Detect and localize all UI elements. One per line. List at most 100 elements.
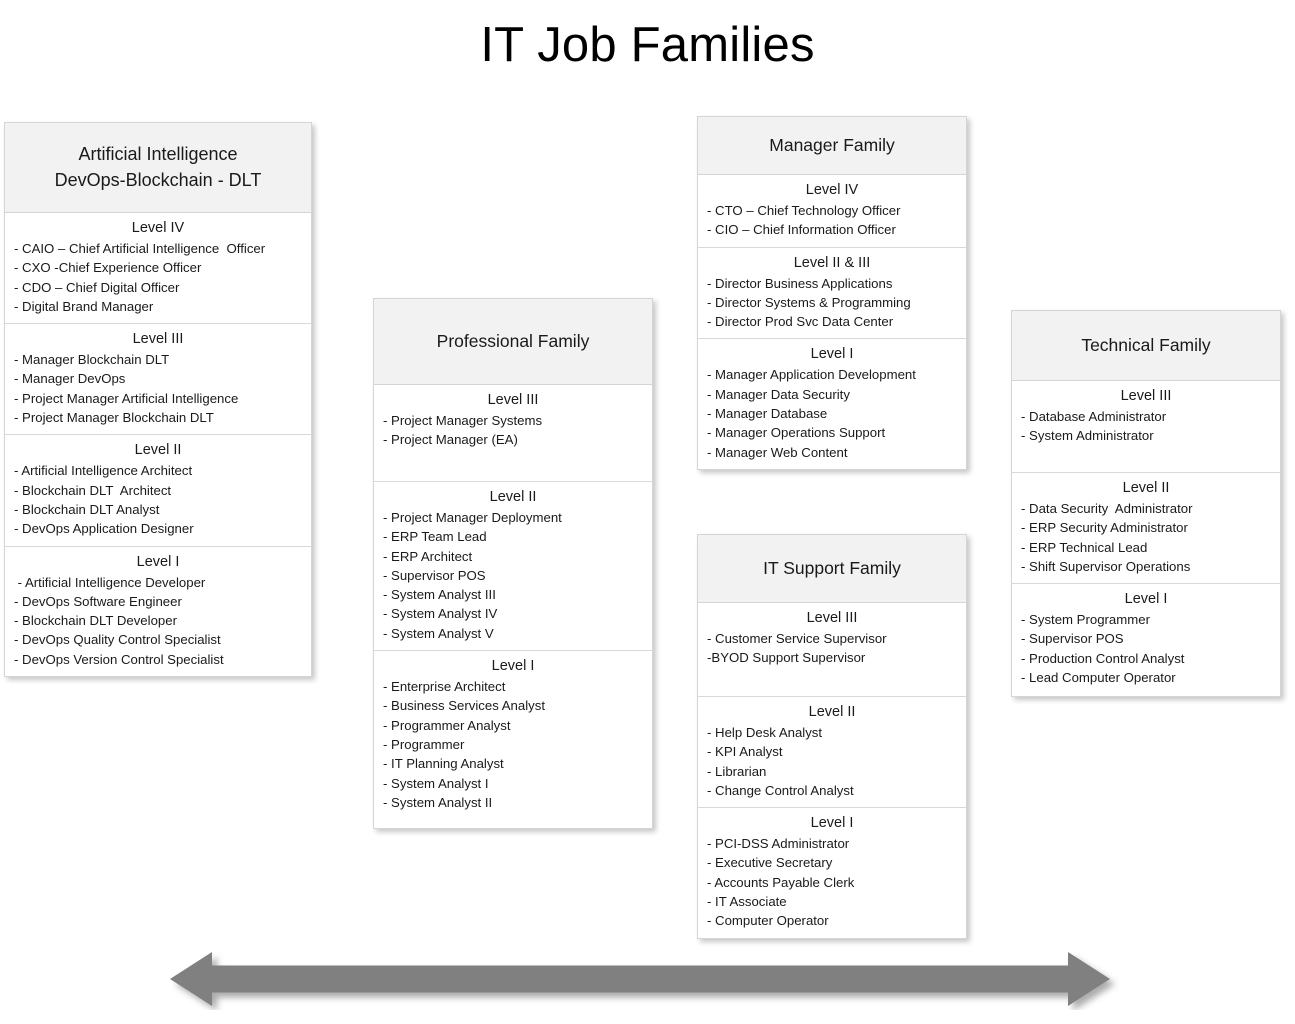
list-item: - Programmer Analyst [383, 717, 511, 733]
list-item: - CDO – Chief Digital Officer [14, 279, 180, 295]
list-item: - IT Associate [707, 894, 787, 910]
level-item-list: - System Programmer - Supervisor POS - P… [1012, 610, 1280, 687]
level-title: Level II [1122, 480, 1170, 496]
level-block-technical-2: Level II - Data Security Administrator -… [1012, 473, 1280, 585]
level-item-list: - Manager Blockchain DLT - Manager DevOp… [5, 350, 311, 427]
level-title: Level IV [805, 182, 859, 198]
level-title: Level III [806, 610, 858, 626]
list-item: - Blockchain DLT Architect [14, 482, 172, 498]
list-item: - Data Security Administrator [1021, 501, 1193, 516]
list-item: - IT Planning Analyst [383, 756, 504, 772]
level-block-technical-3: Level III - Database Administrator - Sys… [1012, 381, 1280, 473]
level-item-list: - Help Desk Analyst - KPI Analyst - Libr… [698, 723, 966, 800]
level-item-list: - Enterprise Architect - Business Servic… [374, 677, 652, 812]
level-block-professional-1: Level I - Enterprise Architect - Busines… [374, 651, 652, 828]
level-title: Level II [489, 489, 537, 505]
level-title: Level I [810, 815, 854, 832]
list-item: - DevOps Application Designer [14, 521, 194, 537]
list-item: - Database Administrator [1021, 409, 1167, 424]
list-item: - Accounts Payable Clerk [707, 874, 855, 890]
family-header-professional: Professional Family [374, 299, 652, 385]
list-item: - Director Business Applications [707, 275, 893, 291]
list-item: - Blockchain DLT Developer [14, 613, 177, 629]
list-item: - System Analyst I [383, 775, 489, 791]
list-item: - DevOps Quality Control Specialist [14, 632, 221, 648]
list-item: - DevOps Version Control Specialist [14, 651, 224, 667]
level-block-ai-4: Level IV - CAIO – Chief Artificial Intel… [5, 213, 311, 325]
level-item-list: - Project Manager Deployment - ERP Team … [374, 508, 652, 643]
list-item: - Manager Database [707, 406, 828, 422]
list-item: - Production Control Analyst [1021, 650, 1185, 666]
list-item: - Help Desk Analyst [707, 725, 823, 740]
list-item: - CAIO – Chief Artificial Intelligence O… [14, 241, 266, 256]
level-item-list: - Artificial Intelligence Developer - De… [5, 573, 311, 669]
family-card-ai: Artificial Intelligence DevOps-Blockchain… [4, 122, 312, 678]
list-item: - System Programmer [1021, 612, 1150, 628]
list-item: - ERP Architect [383, 548, 473, 564]
list-item: - Project Manager Blockchain DLT [14, 410, 214, 426]
list-item: - CXO -Chief Experience Officer [14, 260, 202, 276]
list-item: - ERP Technical Lead [1021, 539, 1148, 555]
list-item: - Executive Secretary [707, 855, 833, 871]
level-item-list: - Customer Service Supervisor -BYOD Supp… [698, 629, 966, 668]
level-title: Level III [1120, 388, 1172, 404]
list-item: - Manager Blockchain DLT [14, 352, 170, 368]
family-header-manager: Manager Family [698, 117, 966, 175]
list-item: - ERP Team Lead [383, 529, 487, 545]
list-item: - System Analyst V [383, 625, 494, 641]
list-item: - Project Manager Deployment [383, 510, 562, 525]
level-title: Level III [132, 331, 184, 348]
list-item: - Supervisor POS [1021, 631, 1124, 647]
family-card-professional: Professional Family Level III - Project … [373, 298, 653, 830]
list-item: - System Administrator [1021, 428, 1154, 444]
list-item: - Manager DevOps [14, 371, 126, 387]
page-title: IT Job Families [480, 18, 815, 72]
level-item-list: - CTO – Chief Technology Officer - CIO –… [698, 201, 966, 240]
list-item: - Project Manager Systems [383, 413, 543, 428]
level-block-manager-4: Level IV - CTO – Chief Technology Office… [698, 175, 966, 248]
level-item-list: - Director Business Applications - Direc… [698, 274, 966, 332]
list-item: - Programmer [383, 736, 465, 752]
list-item: - Artificial Intelligence Architect [14, 463, 193, 479]
list-item: - Manager Data Security [707, 386, 850, 402]
level-block-itsupport-3: Level III - Customer Service Supervisor … [698, 603, 966, 697]
level-title: Level IV [131, 220, 185, 236]
level-title: Level II [134, 442, 182, 459]
list-item: - System Analyst IV [383, 606, 498, 622]
level-item-list: - Artificial Intelligence Architect - Bl… [5, 461, 311, 538]
list-item: - Project Manager Artificial Intelligenc… [14, 390, 239, 406]
list-item: - Enterprise Architect [383, 679, 506, 695]
family-card-manager: Manager Family Level IV - CTO – Chief Te… [697, 116, 967, 470]
list-item: - Manager Application Development [707, 367, 916, 383]
level-item-list: - PCI-DSS Administrator - Executive Secr… [698, 834, 966, 930]
list-item: - ERP Security Administrator [1021, 520, 1188, 536]
level-block-manager-1: Level I - Manager Application Developmen… [698, 339, 966, 468]
list-item: - Change Control Analyst [707, 782, 854, 798]
list-item: - Digital Brand Manager [14, 298, 154, 314]
level-item-list: - Database Administrator - System Admini… [1012, 407, 1280, 446]
list-item: - DevOps Software Engineer [14, 593, 182, 609]
level-title: Level I [136, 553, 180, 570]
list-item: -BYOD Support Supervisor [707, 650, 866, 666]
level-item-list: - Data Security Administrator - ERP Secu… [1012, 499, 1280, 576]
level-title: Level II & III [793, 254, 871, 271]
list-item: - KPI Analyst [707, 744, 783, 760]
list-item: - Manager Operations Support [707, 425, 886, 441]
level-block-professional-3: Level III - Project Manager Systems - Pr… [374, 385, 652, 482]
list-item: - Shift Supervisor Operations [1021, 558, 1191, 574]
list-item: - Computer Operator [707, 913, 829, 929]
list-item: - Lead Computer Operator [1021, 670, 1176, 686]
level-block-ai-3: Level III - Manager Blockchain DLT - Man… [5, 324, 311, 436]
list-item: - System Analyst III [383, 587, 496, 603]
list-item: - Director Systems & Programming [707, 294, 911, 310]
double-headed-arrow-icon [170, 948, 1126, 1010]
level-title: Level I [491, 658, 535, 675]
list-item: - Customer Service Supervisor [707, 631, 887, 646]
list-item: - System Analyst II [383, 794, 493, 810]
level-block-ai-2: Level II - Artificial Intelligence Archi… [5, 435, 311, 547]
level-title: Level I [810, 346, 854, 363]
level-title: Level I [1124, 591, 1168, 608]
list-item: - Business Services Analyst [383, 698, 545, 714]
list-item: - Librarian [707, 763, 767, 779]
list-item: - CTO – Chief Technology Officer [707, 203, 901, 218]
